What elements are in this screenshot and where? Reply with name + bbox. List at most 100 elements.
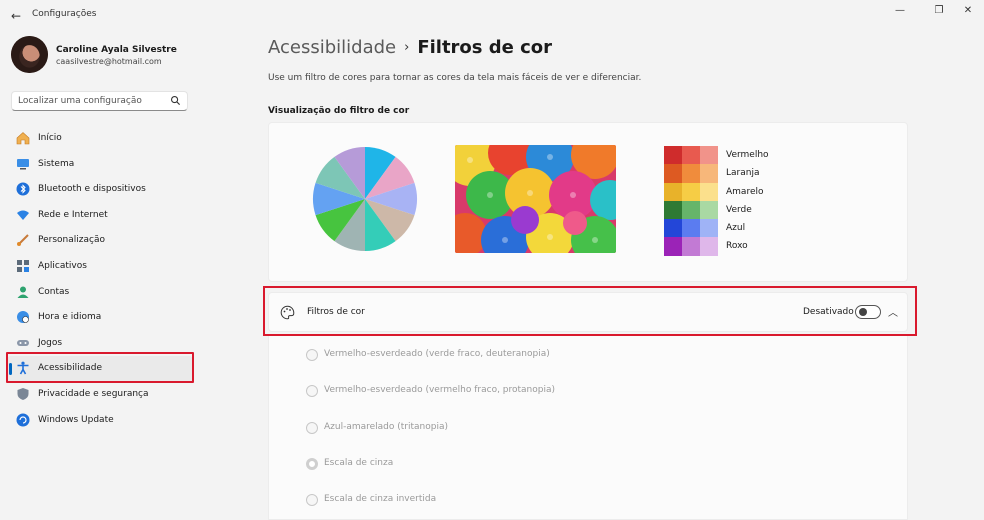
option-label: Vermelho-esverdeado (vermelho fraco, pro…: [324, 385, 556, 395]
color-swatch: [700, 237, 718, 256]
option-label: Azul-amarelado (tritanopia): [324, 422, 449, 432]
color-swatch: [700, 200, 718, 220]
gamepad-icon: [17, 339, 29, 346]
swatch-row: [664, 200, 718, 220]
system-icon: [17, 158, 29, 170]
sidebar-item-jogos[interactable]: Jogos: [7, 331, 193, 357]
shield-icon: [17, 387, 29, 400]
sidebar-item-label: Acessibilidade: [38, 363, 103, 374]
sidebar-item-windows-update[interactable]: Windows Update: [7, 408, 193, 434]
color-swatch: [664, 146, 682, 165]
color-filters-toggle[interactable]: [855, 305, 881, 319]
radio-button[interactable]: [306, 385, 318, 397]
color-swatch: [682, 182, 700, 201]
page-title: Filtros de cor: [417, 37, 553, 58]
sidebar-item-privacidade[interactable]: Privacidade e segurança: [7, 382, 193, 408]
brush-icon: [17, 234, 29, 247]
title-bar: ← Configurações — ❐ ✕: [0, 0, 984, 30]
globe-clock-icon: [17, 311, 29, 324]
sidebar-nav: Início Sistema Bluetooth e dispositivos …: [7, 126, 193, 433]
preview-pie-image: [313, 147, 417, 251]
sidebar-item-label: Jogos: [38, 337, 63, 348]
radio-button-selected[interactable]: [306, 458, 318, 470]
color-filters-setting[interactable]: Filtros de cor Desativado ︿: [268, 292, 908, 332]
user-name: Caroline Ayala Silvestre: [56, 45, 177, 55]
color-swatch: [682, 237, 700, 256]
home-icon: [16, 132, 30, 145]
sidebar-item-contas[interactable]: Contas: [7, 280, 193, 306]
search-input[interactable]: Localizar uma configuração: [18, 96, 142, 106]
search-icon[interactable]: [170, 95, 181, 106]
palette-icon: [280, 305, 295, 320]
color-swatch: [664, 237, 682, 256]
close-button[interactable]: ✕: [958, 4, 978, 18]
bluetooth-icon: [16, 182, 30, 196]
minimize-button[interactable]: —: [890, 4, 910, 18]
sidebar-item-bluetooth[interactable]: Bluetooth e dispositivos: [7, 177, 193, 203]
color-swatch: [700, 182, 718, 201]
sidebar-item-hora[interactable]: Hora e idioma: [7, 305, 193, 331]
swatch-row: [664, 237, 718, 256]
breadcrumb-parent[interactable]: Acessibilidade: [268, 37, 396, 58]
back-arrow-icon[interactable]: ←: [8, 8, 24, 24]
toggle-state-label: Desativado: [803, 307, 854, 317]
radio-button[interactable]: [306, 494, 318, 506]
sidebar-item-sistema[interactable]: Sistema: [7, 152, 193, 178]
accessibility-icon: [17, 361, 29, 375]
sidebar-item-label: Contas: [38, 286, 70, 297]
preview-photo: [455, 145, 616, 253]
sidebar-item-label: Aplicativos: [38, 260, 87, 271]
swatch-row: [664, 182, 718, 201]
swatch-row: [664, 219, 718, 238]
option-label: Escala de cinza invertida: [324, 494, 437, 504]
sidebar-item-aplicativos[interactable]: Aplicativos: [7, 254, 193, 280]
color-swatch-labels: Vermelho Laranja Amarelo Verde Azul Roxo: [726, 146, 769, 256]
sidebar-item-label: Rede e Internet: [38, 209, 108, 220]
chevron-up-icon[interactable]: ︿: [888, 304, 898, 319]
preview-section-title: Visualização do filtro de cor: [268, 106, 410, 116]
sidebar-item-label: Windows Update: [38, 414, 114, 425]
color-swatch: [682, 219, 700, 238]
window-title: Configurações: [32, 9, 97, 19]
color-swatch: [682, 200, 700, 220]
sidebar-item-label: Privacidade e segurança: [38, 388, 149, 399]
color-swatch: [700, 164, 718, 183]
swatch-row: [664, 164, 718, 183]
radio-button[interactable]: [306, 422, 318, 434]
color-swatch: [664, 164, 682, 183]
color-swatch: [700, 219, 718, 238]
swatch-label: Laranja: [726, 168, 760, 179]
sidebar-item-label: Personalização: [38, 235, 105, 246]
swatch-row: [664, 146, 718, 165]
option-label: Escala de cinza: [324, 458, 394, 468]
sidebar-item-label: Hora e idioma: [38, 312, 102, 323]
sidebar-item-label: Início: [38, 133, 62, 143]
update-icon: [16, 413, 30, 427]
color-swatch: [664, 200, 682, 220]
sidebar-item-acessibilidade[interactable]: Acessibilidade: [7, 356, 193, 382]
apps-icon: [17, 259, 29, 272]
swatch-label: Roxo: [726, 241, 748, 252]
account-icon: [17, 286, 29, 298]
color-swatch: [664, 182, 682, 201]
swatch-label: Vermelho: [726, 150, 769, 160]
breadcrumb: Acessibilidade › Filtros de cor: [268, 37, 552, 58]
search-box[interactable]: Localizar uma configuração: [11, 91, 188, 111]
color-swatch: [682, 164, 700, 183]
color-swatch: [664, 219, 682, 238]
sidebar-item-label: Bluetooth e dispositivos: [38, 184, 146, 195]
sidebar-item-personalizacao[interactable]: Personalização: [7, 228, 193, 254]
sidebar-item-inicio[interactable]: Início: [7, 126, 193, 152]
color-swatch-grid: [664, 146, 718, 256]
avatar[interactable]: [11, 36, 48, 73]
swatch-label: Amarelo: [726, 186, 764, 197]
sidebar-item-label: Sistema: [38, 158, 75, 169]
sidebar-item-rede[interactable]: Rede e Internet: [7, 203, 193, 229]
page-description: Use um filtro de cores para tornar as co…: [268, 73, 642, 83]
color-swatch: [682, 146, 700, 165]
swatch-label: Azul: [726, 223, 746, 234]
user-email: caasilvestre@hotmail.com: [56, 57, 162, 66]
option-label: Vermelho-esverdeado (verde fraco, deuter…: [324, 349, 550, 359]
maximize-button[interactable]: ❐: [929, 4, 949, 18]
radio-button[interactable]: [306, 349, 318, 361]
